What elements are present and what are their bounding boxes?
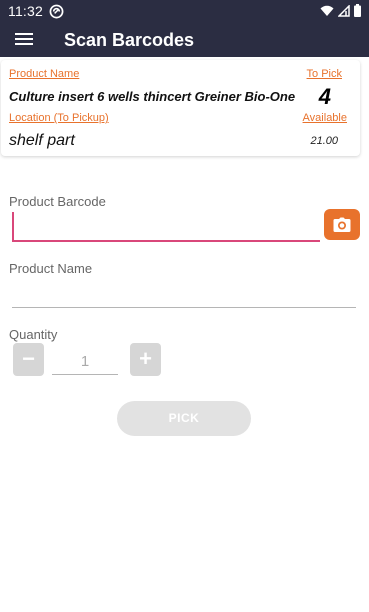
- product-barcode-input[interactable]: [12, 212, 320, 242]
- status-icons: [320, 4, 361, 17]
- battery-icon: [354, 4, 361, 17]
- product-info-card: Product Name To Pick Culture insert 6 we…: [1, 60, 360, 156]
- quantity-label: Quantity: [9, 327, 58, 342]
- app-notification-icon: [49, 4, 64, 19]
- menu-icon[interactable]: [14, 30, 36, 50]
- signal-icon: [338, 4, 350, 17]
- quantity-input[interactable]: [52, 348, 118, 375]
- product-barcode-label: Product Barcode: [9, 194, 106, 209]
- available-label: Available: [302, 112, 347, 124]
- product-name-input[interactable]: [12, 280, 356, 308]
- camera-icon: [333, 217, 351, 232]
- available-value: 21.00: [310, 135, 338, 147]
- increment-button[interactable]: +: [130, 343, 161, 376]
- app-bar: Scan Barcodes: [0, 24, 369, 57]
- wifi-icon: [320, 5, 334, 16]
- location-label: Location (To Pickup): [9, 112, 109, 124]
- product-name-label: Product Name: [9, 68, 80, 80]
- status-bar: 11:32: [0, 0, 369, 24]
- product-name-value: Culture insert 6 wells thincert Greiner …: [9, 89, 296, 104]
- product-name-field-label: Product Name: [9, 261, 93, 276]
- location-value: shelf part: [9, 132, 75, 149]
- status-time: 11:32: [8, 3, 43, 19]
- decrement-button[interactable]: −: [13, 343, 44, 376]
- to-pick-label: To Pick: [306, 68, 342, 80]
- pick-button[interactable]: PICK: [117, 401, 251, 436]
- to-pick-value: 4: [318, 84, 331, 109]
- camera-button[interactable]: [324, 209, 360, 240]
- page-title: Scan Barcodes: [64, 30, 195, 50]
